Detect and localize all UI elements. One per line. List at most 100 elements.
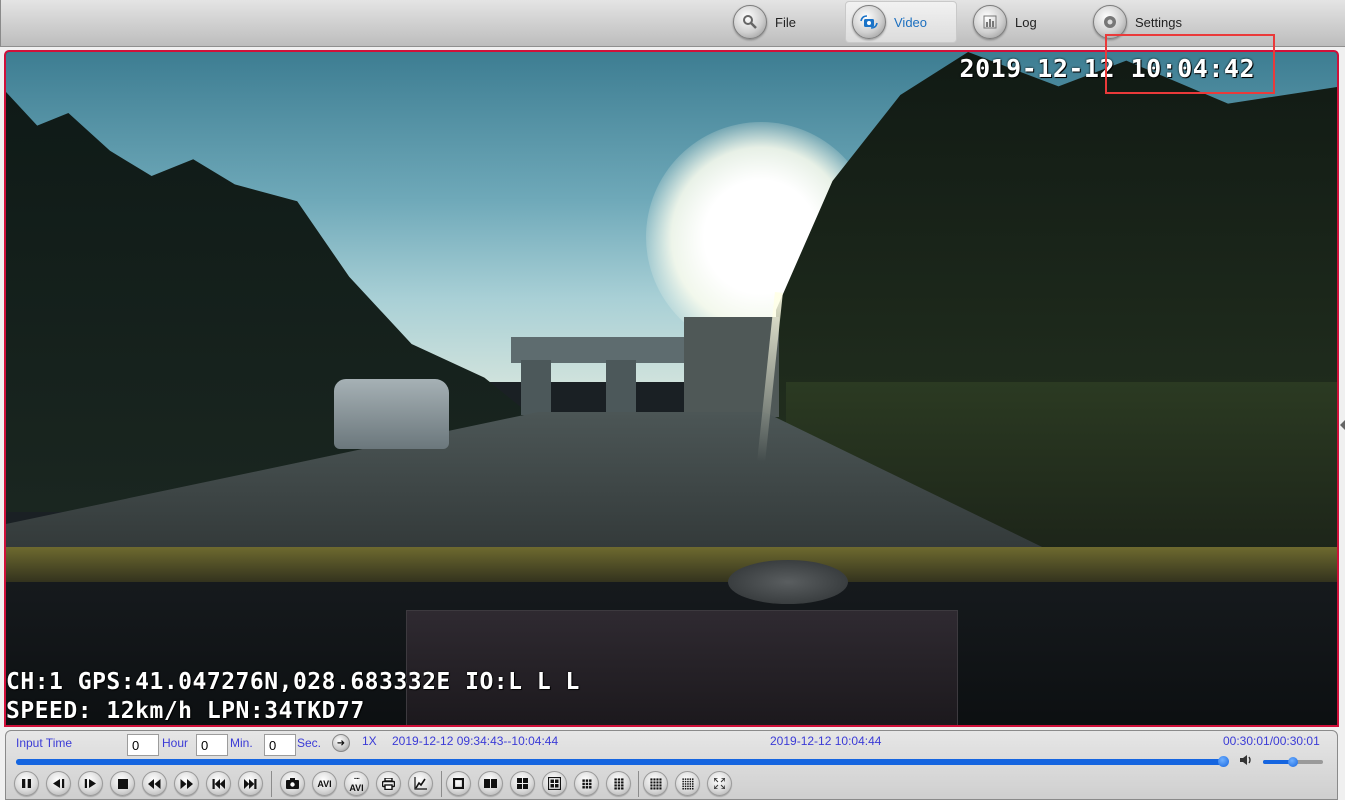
avi-batch-icon: AVI bbox=[349, 782, 364, 793]
osd-datetime: 2019-12-12 10:04:42 bbox=[959, 54, 1255, 83]
toolbar-separator bbox=[441, 771, 442, 797]
arrow-right-icon: ➜ bbox=[336, 737, 346, 749]
grid-cell bbox=[620, 783, 623, 786]
grid-cell bbox=[649, 786, 652, 789]
grid-cell bbox=[655, 780, 658, 783]
skip-next-icon bbox=[244, 778, 257, 789]
step-forward-button[interactable] bbox=[78, 771, 103, 796]
grid-cell bbox=[689, 787, 691, 789]
camera-icon bbox=[286, 778, 299, 789]
minute-label: Min. bbox=[230, 736, 253, 750]
grid-cell bbox=[588, 778, 591, 782]
step-back-button[interactable] bbox=[46, 771, 71, 796]
layout-16-button[interactable] bbox=[643, 771, 668, 796]
grid-cell bbox=[689, 780, 691, 782]
grid-cell bbox=[684, 780, 686, 782]
layout-1-button[interactable] bbox=[446, 771, 471, 796]
layout-12-button[interactable] bbox=[606, 771, 631, 796]
grid-cell bbox=[655, 783, 658, 786]
avi-batch-export-button[interactable]: ···· AVI bbox=[344, 771, 369, 796]
second-label: Sec. bbox=[297, 736, 322, 750]
go-to-time-button[interactable]: ➜ bbox=[332, 734, 350, 752]
grid-cell bbox=[649, 777, 652, 780]
grid-cell bbox=[649, 780, 652, 783]
playback-speed: 1X bbox=[362, 734, 377, 748]
grid-cell bbox=[620, 777, 623, 780]
previous-button[interactable] bbox=[206, 771, 231, 796]
fullscreen-button[interactable] bbox=[707, 771, 732, 796]
camera-rotate-icon bbox=[852, 5, 886, 39]
second-input[interactable] bbox=[264, 734, 296, 756]
bar-chart-icon bbox=[973, 5, 1007, 39]
tab-file[interactable]: File bbox=[727, 1, 806, 43]
volume-handle[interactable] bbox=[1288, 757, 1298, 767]
grid-cell bbox=[655, 777, 658, 780]
osd-speed-line: SPEED: 12km/h LPN:34TKD77 bbox=[6, 698, 365, 724]
grid-cell bbox=[684, 785, 686, 787]
tab-settings[interactable]: Settings bbox=[1087, 1, 1192, 43]
grid-cell bbox=[686, 782, 689, 785]
grid-cell bbox=[652, 780, 655, 783]
toolbar-separator bbox=[638, 771, 639, 797]
grid-cell bbox=[681, 777, 684, 780]
grid-cell bbox=[588, 785, 591, 788]
grid-cell bbox=[684, 777, 686, 780]
grid-cell bbox=[620, 786, 623, 789]
fast-forward-button[interactable] bbox=[174, 771, 199, 796]
progress-fill bbox=[16, 759, 1224, 765]
grid-cell bbox=[684, 787, 686, 789]
progress-handle[interactable] bbox=[1218, 756, 1229, 767]
layout-4-button[interactable] bbox=[510, 771, 535, 796]
video-player[interactable]: 2019-12-12 10:04:42 CH:1 GPS:41.047276N,… bbox=[4, 50, 1339, 727]
skip-previous-icon bbox=[212, 778, 225, 789]
rewind-button[interactable] bbox=[142, 771, 167, 796]
collapse-panel-arrow-icon[interactable] bbox=[1340, 420, 1345, 430]
grid-cell bbox=[581, 778, 585, 782]
layout-4b-button[interactable] bbox=[542, 771, 567, 796]
avi-export-button[interactable]: AVI bbox=[312, 771, 337, 796]
grid-cell bbox=[689, 782, 691, 785]
next-button[interactable] bbox=[238, 771, 263, 796]
layout-25-icon bbox=[681, 777, 693, 789]
snapshot-button[interactable] bbox=[280, 771, 305, 796]
minute-input[interactable] bbox=[196, 734, 228, 756]
tab-log[interactable]: Log bbox=[967, 1, 1047, 43]
speaker-icon[interactable] bbox=[1239, 753, 1253, 769]
grid-cell bbox=[658, 780, 661, 783]
pause-icon bbox=[22, 779, 31, 788]
grid-cell bbox=[652, 786, 655, 789]
fullscreen-icon bbox=[714, 778, 725, 789]
grid-cell bbox=[649, 783, 652, 786]
grid-cell bbox=[686, 777, 689, 780]
layout-25-button[interactable] bbox=[675, 771, 700, 796]
chart-button[interactable] bbox=[408, 771, 433, 796]
progress-slider[interactable] bbox=[16, 756, 1229, 767]
grid-cell bbox=[585, 782, 588, 785]
step-back-icon bbox=[53, 779, 65, 788]
grid-cell bbox=[658, 783, 661, 786]
layout-2-button[interactable] bbox=[478, 771, 503, 796]
tab-settings-label: Settings bbox=[1135, 14, 1182, 30]
tab-video-label: Video bbox=[894, 14, 928, 30]
pause-button[interactable] bbox=[14, 771, 39, 796]
print-button[interactable] bbox=[376, 771, 401, 796]
printer-icon bbox=[382, 777, 395, 790]
layout-1-icon bbox=[453, 778, 464, 789]
fast-forward-icon bbox=[180, 778, 193, 789]
grid-cell bbox=[617, 777, 620, 780]
grid-cell bbox=[691, 787, 693, 789]
grid-cell bbox=[681, 785, 684, 787]
grid-cell bbox=[689, 785, 691, 787]
grid-cell bbox=[691, 785, 693, 787]
layout-4-icon bbox=[517, 778, 528, 789]
volume-slider[interactable] bbox=[1263, 757, 1323, 767]
tab-video[interactable]: Video bbox=[845, 1, 957, 43]
grid-cell bbox=[686, 785, 689, 787]
grid-cell bbox=[652, 777, 655, 780]
stop-icon bbox=[117, 778, 128, 789]
current-timestamp: 2019-12-12 10:04:44 bbox=[770, 734, 882, 748]
stop-button[interactable] bbox=[110, 771, 135, 796]
hour-input[interactable] bbox=[127, 734, 159, 756]
top-menu-bar: File Video Log Settings bbox=[0, 0, 1345, 47]
layout-9-button[interactable] bbox=[574, 771, 599, 796]
